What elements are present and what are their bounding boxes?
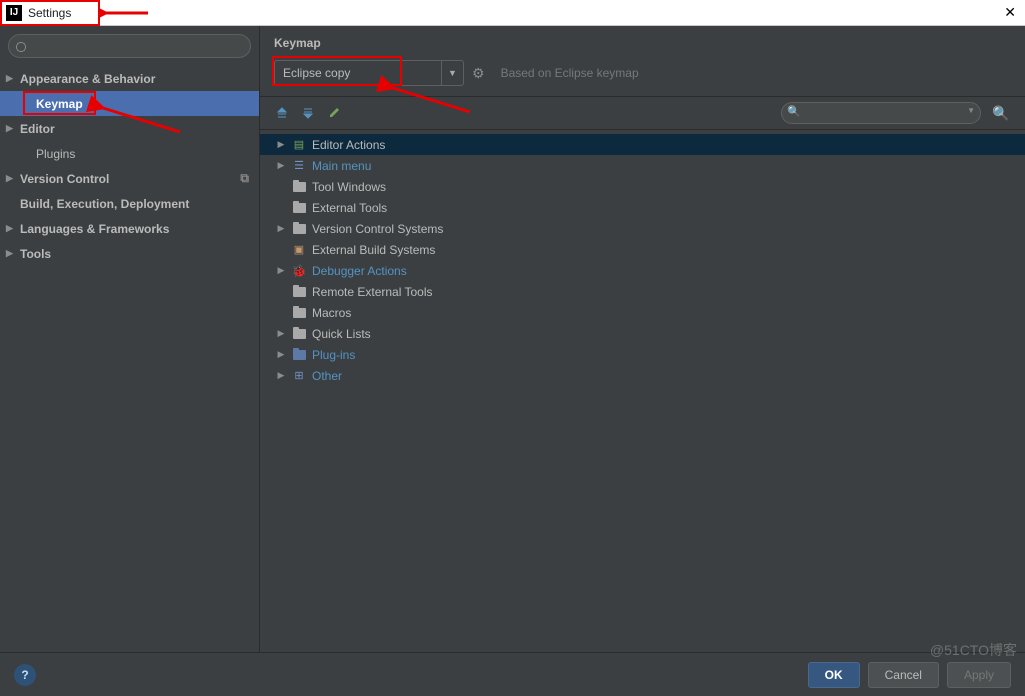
expand-all-icon[interactable]	[274, 105, 290, 121]
folder-icon	[292, 201, 306, 215]
expand-icon: ▶	[6, 223, 13, 234]
folder-icon	[292, 285, 306, 299]
action-search-input[interactable]	[781, 102, 981, 124]
tree-row-label: Main menu	[312, 159, 371, 173]
keymap-scheme-select[interactable]: Eclipse copy ▼	[274, 60, 464, 86]
tree-row-label: Remote External Tools	[312, 285, 433, 299]
tree-row-label: Version Control Systems	[312, 222, 443, 236]
footer: ? OK Cancel Apply	[0, 652, 1025, 696]
bug-icon: 🐞	[292, 264, 306, 278]
sidebar-item-languages-frameworks[interactable]: ▶ Languages & Frameworks	[0, 216, 259, 241]
tree-row-label: External Tools	[312, 201, 387, 215]
folder-icon	[292, 348, 306, 362]
expand-icon: ▶	[276, 223, 286, 234]
ok-button[interactable]: OK	[808, 662, 860, 688]
based-on-label: Based on Eclipse keymap	[501, 66, 639, 80]
tree-row-label: Editor Actions	[312, 138, 385, 152]
keymap-toolbar: 🔍 ▼ 🔍	[260, 96, 1025, 130]
tree-row-label: Plug-ins	[312, 348, 355, 362]
tree-row-label: Other	[312, 369, 342, 383]
expand-icon: ▶	[276, 349, 286, 360]
window-title: Settings	[28, 6, 71, 20]
sidebar: ▶ Appearance & Behavior Keymap ▶ Editor Plugi…	[0, 26, 260, 652]
search-icon: 🔍	[787, 105, 801, 118]
expand-icon: ▶	[6, 123, 13, 134]
action-tree[interactable]: ▶▤Editor Actions▶☰Main menu▶Tool Windows…	[260, 130, 1025, 652]
page-title: Keymap	[260, 26, 1025, 56]
cancel-button[interactable]: Cancel	[868, 662, 939, 688]
expand-icon: ▶	[276, 265, 286, 276]
expand-icon: ▶	[6, 248, 13, 259]
tree-row-label: Debugger Actions	[312, 264, 407, 278]
folder-icon	[292, 222, 306, 236]
scheme-value: Eclipse copy	[283, 66, 350, 80]
tree-row-label: External Build Systems	[312, 243, 435, 257]
edit-icon[interactable]	[326, 105, 342, 121]
tree-row[interactable]: ▶Tool Windows	[260, 176, 1025, 197]
sidebar-item-tools[interactable]: ▶ Tools	[0, 241, 259, 266]
folder-icon	[292, 180, 306, 194]
project-scope-icon: ⧉	[240, 171, 249, 186]
chevron-down-icon[interactable]: ▼	[967, 106, 975, 115]
sidebar-search-input[interactable]	[8, 34, 251, 58]
app-icon: IJ	[6, 5, 22, 21]
tree-row[interactable]: ▶External Tools	[260, 197, 1025, 218]
chevron-down-icon: ▼	[441, 61, 463, 85]
build-icon: ▣	[292, 243, 306, 257]
titlebar: IJ Settings ✕	[0, 0, 1025, 26]
sidebar-item-version-control[interactable]: ▶ Version Control ⧉	[0, 166, 259, 191]
sidebar-item-label: Build, Execution, Deployment	[20, 197, 189, 211]
expand-icon: ▶	[276, 370, 286, 381]
gear-icon[interactable]: ⚙	[472, 65, 485, 82]
menu-icon: ☰	[292, 159, 306, 173]
sidebar-item-label: Keymap	[36, 97, 83, 111]
folder-icon	[292, 327, 306, 341]
sidebar-item-label: Editor	[20, 122, 55, 136]
tree-row[interactable]: ▶ ⊞ Other	[260, 365, 1025, 386]
tree-row[interactable]: ▶▣External Build Systems	[260, 239, 1025, 260]
close-icon[interactable]: ✕	[1001, 4, 1019, 21]
sidebar-item-keymap[interactable]: Keymap	[0, 91, 259, 116]
sidebar-item-appearance-behavior[interactable]: ▶ Appearance & Behavior	[0, 66, 259, 91]
help-button[interactable]: ?	[14, 664, 36, 686]
tree-row-label: Quick Lists	[312, 327, 371, 341]
sidebar-item-label: Appearance & Behavior	[20, 72, 155, 86]
tree-row[interactable]: ▶ 🐞 Debugger Actions	[260, 260, 1025, 281]
sidebar-item-build-execution-deployment[interactable]: Build, Execution, Deployment	[0, 191, 259, 216]
apply-button[interactable]: Apply	[947, 662, 1011, 688]
tree-row[interactable]: ▶Remote External Tools	[260, 281, 1025, 302]
expand-icon: ▶	[276, 328, 286, 339]
sidebar-item-label: Languages & Frameworks	[20, 222, 169, 236]
tree-row[interactable]: ▶ Version Control Systems	[260, 218, 1025, 239]
expand-icon: ▶	[276, 139, 286, 150]
editor-icon: ▤	[292, 138, 306, 152]
find-action-icon[interactable]: 🔍	[991, 103, 1011, 123]
tree-row[interactable]: ▶ ☰ Main menu	[260, 155, 1025, 176]
folder-icon	[292, 306, 306, 320]
puzzle-icon: ⊞	[292, 369, 306, 383]
expand-icon: ▶	[6, 73, 13, 84]
main-panel: Keymap Eclipse copy ▼ ⚙ Based on Eclipse…	[260, 26, 1025, 652]
collapse-all-icon[interactable]	[300, 105, 316, 121]
tree-row[interactable]: ▶Macros	[260, 302, 1025, 323]
sidebar-item-label: Tools	[20, 247, 51, 261]
watermark: @51CTO博客	[930, 640, 1017, 660]
tree-row[interactable]: ▶ Plug-ins	[260, 344, 1025, 365]
tree-row-label: Macros	[312, 306, 351, 320]
tree-row[interactable]: ▶ Quick Lists	[260, 323, 1025, 344]
tree-row[interactable]: ▶ ▤ Editor Actions	[260, 134, 1025, 155]
tree-row-label: Tool Windows	[312, 180, 386, 194]
sidebar-item-label: Plugins	[36, 147, 75, 161]
sidebar-item-label: Version Control	[20, 172, 109, 186]
expand-icon: ▶	[6, 173, 13, 184]
sidebar-item-editor[interactable]: ▶ Editor	[0, 116, 259, 141]
expand-icon: ▶	[276, 160, 286, 171]
sidebar-item-plugins[interactable]: Plugins	[0, 141, 259, 166]
